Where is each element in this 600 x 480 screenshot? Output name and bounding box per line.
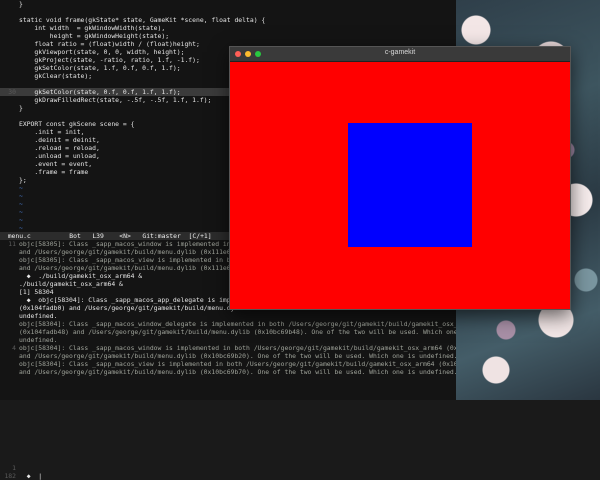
output-text: and /Users/george/git/gamekit/build/menu… [19, 248, 250, 256]
output-text: (0x104fadb0) and /Users/george/git/gamek… [19, 304, 247, 312]
code-text: static void frame(gkState* state, GameKi… [19, 16, 266, 24]
code-text: ~ [19, 216, 23, 224]
blue-filled-rect [348, 123, 472, 247]
output-line: objc[58304]: Class _sapp_macos_view is i… [0, 360, 456, 368]
gamekit-window[interactable]: c-gamekit [229, 46, 571, 310]
output-text: undefined. [19, 336, 58, 344]
output-text: [1] 58304 [19, 288, 54, 296]
output-line-number: 11 [8, 240, 16, 248]
output-text: and /Users/george/git/gamekit/build/menu… [19, 264, 250, 272]
code-line[interactable]: height = gkWindowHeight(state); [0, 32, 456, 40]
output-line-number: 1 [12, 464, 16, 472]
code-text: } [19, 104, 23, 112]
output-line: and /Users/george/git/gamekit/build/menu… [0, 352, 456, 360]
code-text: EXPORT const gkScene scene = { [19, 120, 135, 128]
output-line: undefined. [0, 312, 456, 320]
output-text: undefined. [19, 312, 58, 320]
output-line: and /Users/george/git/gamekit/build/menu… [0, 368, 456, 376]
code-text: .deinit = deinit, [19, 136, 100, 144]
code-text: ~ [19, 200, 23, 208]
gamekit-canvas[interactable] [230, 62, 570, 309]
code-text: }; [19, 176, 27, 184]
code-text: float ratio = (float)width / (float)heig… [19, 40, 200, 48]
output-text: and /Users/george/git/gamekit/build/menu… [19, 368, 456, 376]
output-text: ./build/gamekit_osx_arm64 & [19, 280, 123, 288]
output-text: objc[58305]: Class _sapp_macos_window is… [19, 240, 250, 248]
code-text: } [19, 0, 23, 8]
line-number: 30 [8, 88, 16, 96]
gamekit-window-title: c-gamekit [384, 49, 416, 56]
output-text: objc[58304]: Class _sapp_macos_window_de… [19, 320, 456, 328]
output-line: 1 [0, 464, 456, 472]
code-text: .reload = reload, [19, 144, 100, 152]
code-text: ~ [19, 224, 23, 232]
code-text: ~ [19, 208, 23, 216]
code-text: gkDrawFilledRect(state, -.5f, -.5f, 1.f,… [19, 96, 212, 104]
output-text: objc[58304]: Class _sapp_macos_view is i… [19, 360, 456, 368]
gamekit-titlebar[interactable]: c-gamekit [230, 47, 570, 62]
output-text: objc[58305]: Class _sapp_macos_view is i… [19, 256, 254, 264]
output-line-number: 182 [4, 472, 16, 480]
code-text: gkSetColor(state, 1.f, 0.f, 0.f, 1.f); [19, 64, 181, 72]
output-line: objc[58304]: Class _sapp_macos_window_de… [0, 320, 456, 328]
code-text: ~ [19, 184, 23, 192]
code-text: gkViewport(state, 0, 0, width, height); [19, 48, 185, 56]
code-text: int width = gkWindowWidth(state), [19, 24, 166, 32]
output-text: objc[58304]: Class _sapp_macos_window is… [19, 344, 456, 352]
code-text: .frame = frame [19, 168, 89, 176]
code-line[interactable]: static void frame(gkState* state, GameKi… [0, 16, 456, 24]
code-text: ~ [19, 192, 23, 200]
output-text: ◆ | [19, 472, 43, 480]
output-line: 182 ◆ | [0, 472, 456, 480]
output-line-number: 4 [12, 344, 16, 352]
code-text: .init = init, [19, 128, 85, 136]
output-text: and /Users/george/git/gamekit/build/menu… [19, 352, 456, 360]
code-line[interactable] [0, 8, 456, 16]
code-text: gkProject(state, -ratio, ratio, 1.f, -1.… [19, 56, 200, 64]
output-text: ◆ objc[58304]: Class _sapp_macos_app_del… [19, 296, 262, 304]
code-text: .unload = unload, [19, 152, 100, 160]
code-text: gkSetColor(state, 0.f, 0.f, 1.f, 1.f); [19, 88, 181, 96]
output-line: 4 objc[58304]: Class _sapp_macos_window i… [0, 344, 456, 352]
code-text: .event = event, [19, 160, 93, 168]
code-text: gkClear(state); [19, 72, 93, 80]
code-line[interactable]: } [0, 0, 456, 8]
output-text: ◆ ./build/gamekit_osx_arm64 & [19, 272, 143, 280]
output-text: (0x104fadb48) and /Users/george/git/game… [19, 328, 456, 336]
output-line: undefined. [0, 336, 456, 344]
output-line: (0x104fadb48) and /Users/george/git/game… [0, 328, 456, 336]
code-line[interactable]: int width = gkWindowWidth(state), [0, 24, 456, 32]
code-text: height = gkWindowHeight(state); [19, 32, 170, 40]
